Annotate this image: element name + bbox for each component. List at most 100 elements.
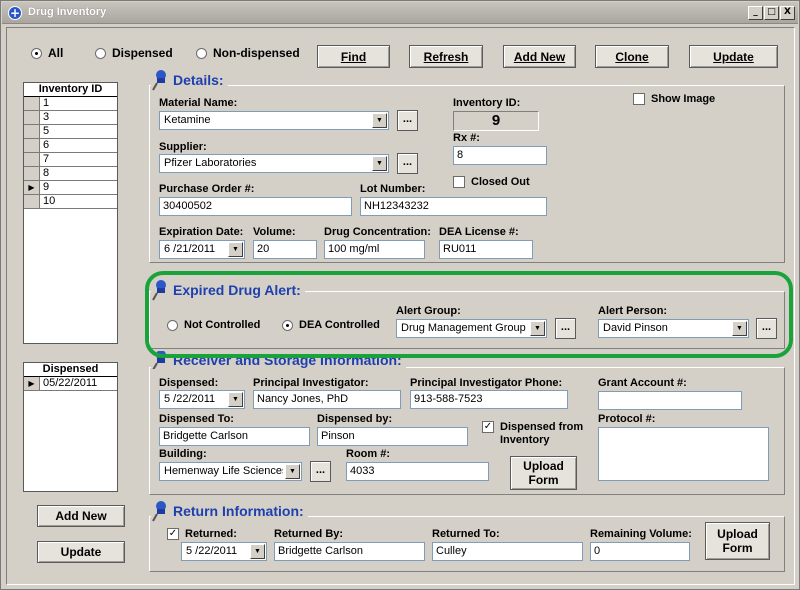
building-label: Building: (159, 448, 207, 460)
alert-group-value: Drug Management Group (401, 322, 526, 334)
dea-controlled-radio[interactable]: DEA Controlled (282, 319, 380, 331)
lot-number-input[interactable]: NH12343232 (360, 197, 547, 216)
dropdown-arrow-icon[interactable]: ▼ (228, 242, 243, 257)
minimize-button[interactable]: _ (748, 6, 763, 20)
row-selector[interactable] (24, 195, 40, 208)
receiver-storage-title-text: Receiver and Storage Information: (173, 352, 402, 368)
expiration-date-picker[interactable]: 6 /21/2011 ▼ (159, 240, 245, 259)
clone-button[interactable]: Clone (595, 45, 669, 68)
checkbox-empty-icon (633, 93, 645, 105)
inventory-row[interactable]: 5 (24, 125, 117, 139)
purchase-order-label: Purchase Order #: (159, 183, 255, 195)
purchase-order-input[interactable]: 30400502 (159, 197, 352, 216)
volume-input[interactable]: 20 (253, 240, 317, 259)
drug-concentration-input[interactable]: 100 mg/ml (324, 240, 425, 259)
update-button[interactable]: Update (689, 45, 778, 68)
radio-dot-icon (282, 319, 293, 331)
checkbox-empty-icon (453, 176, 465, 188)
inventory-row[interactable]: 1 (24, 97, 117, 111)
dispensed-grid[interactable]: Dispensed ▶ 05/22/2011 (23, 362, 118, 492)
rx-input[interactable]: 8 (453, 146, 547, 165)
add-new-dispense-button[interactable]: Add New (37, 505, 125, 527)
protocol-textarea[interactable] (598, 427, 769, 481)
dispensed-by-input[interactable]: Pinson (317, 427, 468, 446)
filter-all-label: All (48, 46, 64, 60)
maximize-button[interactable]: □ (764, 6, 779, 20)
filter-nondispensed-radio[interactable]: Non-dispensed (196, 46, 300, 60)
inventory-id-grid[interactable]: Inventory ID 1 3 5 6 7 8 ▶ 9 10 (23, 82, 118, 344)
grant-account-input[interactable] (598, 391, 742, 410)
principal-investigator-input[interactable]: Nancy Jones, PhD (253, 390, 401, 409)
returned-label: Returned: (185, 528, 237, 540)
alert-person-combo[interactable]: David Pinson ▼ (598, 319, 749, 338)
expiration-date-value: 6 /21/2011 (164, 243, 216, 255)
pi-phone-input[interactable]: 913-588-7523 (410, 390, 568, 409)
return-upload-form-button[interactable]: Upload Form (705, 522, 770, 560)
row-selector[interactable] (24, 125, 40, 138)
dispensed-to-label: Dispensed To: (159, 413, 234, 425)
dropdown-arrow-icon[interactable]: ▼ (285, 464, 300, 479)
inventory-row[interactable]: 10 (24, 195, 117, 209)
returned-checkbox[interactable]: ✓ Returned: (167, 528, 237, 540)
inventory-id-cell: 8 (43, 167, 50, 179)
dispensed-date-picker[interactable]: 5 /22/2011 ▼ (159, 390, 245, 409)
dispensed-by-label: Dispensed by: (317, 413, 393, 425)
alert-group-lookup-button[interactable]: ... (555, 318, 576, 339)
dropdown-arrow-icon[interactable]: ▼ (530, 321, 545, 336)
filter-dispensed-radio[interactable]: Dispensed (95, 46, 173, 60)
returned-by-input[interactable]: Bridgette Carlson (274, 542, 425, 561)
dea-license-input[interactable]: RU011 (439, 240, 533, 259)
dropdown-arrow-icon[interactable]: ▼ (228, 392, 243, 407)
material-lookup-button[interactable]: ... (397, 110, 418, 131)
alert-person-lookup-button[interactable]: ... (756, 318, 777, 339)
not-controlled-radio[interactable]: Not Controlled (167, 319, 260, 331)
dispensed-row[interactable]: ▶ 05/22/2011 (24, 377, 117, 391)
return-info-title: Return Information: (151, 500, 308, 522)
building-combo[interactable]: Hemenway Life Sciences ▼ (159, 462, 302, 481)
remaining-volume-input[interactable]: 0 (590, 542, 690, 561)
row-selector[interactable] (24, 153, 40, 166)
dispensed-header: Dispensed (24, 363, 117, 377)
room-input[interactable]: 4033 (346, 462, 489, 481)
row-selector[interactable] (24, 97, 40, 110)
dropdown-arrow-icon[interactable]: ▼ (372, 113, 387, 128)
row-selector[interactable] (24, 111, 40, 124)
row-selector[interactable] (24, 167, 40, 180)
inventory-row[interactable]: 8 (24, 167, 117, 181)
closed-out-checkbox[interactable]: Closed Out (453, 176, 530, 188)
show-image-checkbox[interactable]: Show Image (633, 93, 715, 105)
closed-out-label: Closed Out (471, 176, 530, 188)
refresh-button[interactable]: Refresh (409, 45, 483, 68)
expired-drug-alert-title-text: Expired Drug Alert: (173, 282, 301, 298)
building-value: Hemenway Life Sciences (164, 465, 283, 477)
find-button[interactable]: Find (317, 45, 390, 68)
update-dispense-button[interactable]: Update (37, 541, 125, 563)
inventory-id-cell: 9 (43, 181, 50, 193)
dispensed-to-input[interactable]: Bridgette Carlson (159, 427, 310, 446)
row-selector[interactable] (24, 139, 40, 152)
inventory-row[interactable]: 7 (24, 153, 117, 167)
supplier-lookup-button[interactable]: ... (397, 153, 418, 174)
material-name-combo[interactable]: Ketamine ▼ (159, 111, 389, 130)
dropdown-arrow-icon[interactable]: ▼ (250, 544, 265, 559)
row-pointer-icon[interactable]: ▶ (24, 181, 40, 194)
returned-date-picker[interactable]: 5 /22/2011 ▼ (181, 542, 267, 561)
filter-all-radio[interactable]: All (31, 46, 63, 60)
returned-to-input[interactable]: Culley (432, 542, 583, 561)
row-pointer-icon: ▶ (24, 377, 40, 390)
alert-group-combo[interactable]: Drug Management Group ▼ (396, 319, 547, 338)
dropdown-arrow-icon[interactable]: ▼ (372, 156, 387, 171)
close-button[interactable]: X (780, 6, 795, 20)
inventory-row[interactable]: 6 (24, 139, 117, 153)
dropdown-arrow-icon[interactable]: ▼ (732, 321, 747, 336)
dispensed-from-inventory-checkbox[interactable]: ✓ Dispensed from Inventory (482, 421, 585, 447)
pushpin-icon (152, 501, 166, 522)
building-lookup-button[interactable]: ... (310, 461, 331, 482)
receiver-upload-form-button[interactable]: Upload Form (510, 456, 577, 490)
inventory-row[interactable]: ▶ 9 (24, 181, 117, 195)
supplier-combo[interactable]: Pfizer Laboratories ▼ (159, 154, 389, 173)
principal-investigator-label: Principal Investigator: (253, 377, 369, 389)
inventory-row[interactable]: 3 (24, 111, 117, 125)
inventory-id-cell: 5 (43, 125, 50, 137)
add-new-button[interactable]: Add New (503, 45, 576, 68)
